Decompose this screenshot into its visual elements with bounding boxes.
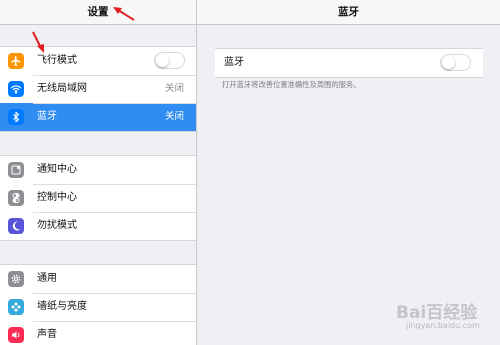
sidebar-item-general[interactable]: 通用 xyxy=(0,265,196,293)
sidebar-title: 设置 xyxy=(87,6,109,18)
sidebar-item-label: 飞行模式 xyxy=(37,55,77,66)
bluetooth-setting-row[interactable]: 蓝牙 xyxy=(215,48,483,78)
bluetooth-status-value: 关闭 xyxy=(164,111,184,122)
detail-title: 蓝牙 xyxy=(338,6,359,18)
settings-sidebar: 设置 飞行模式 无线局域网 关闭 蓝牙 关闭 通知中心 控制中心 勿扰模式 通用… xyxy=(0,0,197,345)
watermark-subtext: jingyan.baidu.com xyxy=(406,321,480,330)
sidebar-item-sounds[interactable]: 声音 xyxy=(0,321,196,345)
sidebar-item-label: 无线局域网 xyxy=(37,83,87,94)
airplane-mode-toggle[interactable] xyxy=(154,52,185,69)
baidu-watermark: Bai百经验 jingyan.baidu.com xyxy=(378,296,488,336)
settings-group-notifications: 通知中心 控制中心 勿扰模式 xyxy=(0,155,196,241)
sidebar-item-label: 声音 xyxy=(37,329,57,340)
settings-group-general: 通用 墙纸与亮度 声音 xyxy=(0,264,196,345)
bluetooth-detail-pane: 蓝牙 蓝牙 打开蓝牙将改善位置准确性及周围的服务。 xyxy=(197,0,500,345)
sidebar-item-label: 勿扰模式 xyxy=(37,220,77,231)
bluetooth-footnote: 打开蓝牙将改善位置准确性及周围的服务。 xyxy=(222,80,361,89)
sidebar-item-bluetooth[interactable]: 蓝牙 关闭 xyxy=(0,103,196,131)
sidebar-item-control-center[interactable]: 控制中心 xyxy=(0,184,196,212)
sidebar-item-wallpaper-brightness[interactable]: 墙纸与亮度 xyxy=(0,293,196,321)
bluetooth-icon xyxy=(8,109,24,125)
sidebar-item-label: 控制中心 xyxy=(37,192,77,203)
wallpaper-icon xyxy=(8,299,24,315)
airplane-icon xyxy=(8,53,24,69)
sidebar-nav-bar: 设置 xyxy=(0,0,196,25)
detail-nav-bar: 蓝牙 xyxy=(197,0,500,25)
sound-icon xyxy=(8,327,24,343)
sidebar-item-do-not-disturb[interactable]: 勿扰模式 xyxy=(0,212,196,240)
sidebar-item-airplane-mode[interactable]: 飞行模式 xyxy=(0,47,196,75)
control-center-icon xyxy=(8,190,24,206)
watermark-text: Bai百经验 xyxy=(396,303,478,323)
sidebar-item-label: 蓝牙 xyxy=(37,111,57,122)
bluetooth-setting-label: 蓝牙 xyxy=(224,57,244,68)
notification-center-icon xyxy=(8,162,24,178)
sidebar-item-wifi[interactable]: 无线局域网 关闭 xyxy=(0,75,196,103)
wifi-status-value: 关闭 xyxy=(164,83,184,94)
gear-icon xyxy=(8,271,24,287)
settings-group-connectivity: 飞行模式 无线局域网 关闭 蓝牙 关闭 xyxy=(0,46,196,132)
sidebar-item-notification-center[interactable]: 通知中心 xyxy=(0,156,196,184)
wifi-icon xyxy=(8,81,24,97)
sidebar-item-label: 墙纸与亮度 xyxy=(37,301,87,312)
sidebar-item-label: 通知中心 xyxy=(37,164,77,175)
do-not-disturb-icon xyxy=(8,218,24,234)
bluetooth-toggle[interactable] xyxy=(440,54,471,71)
sidebar-item-label: 通用 xyxy=(37,273,57,284)
